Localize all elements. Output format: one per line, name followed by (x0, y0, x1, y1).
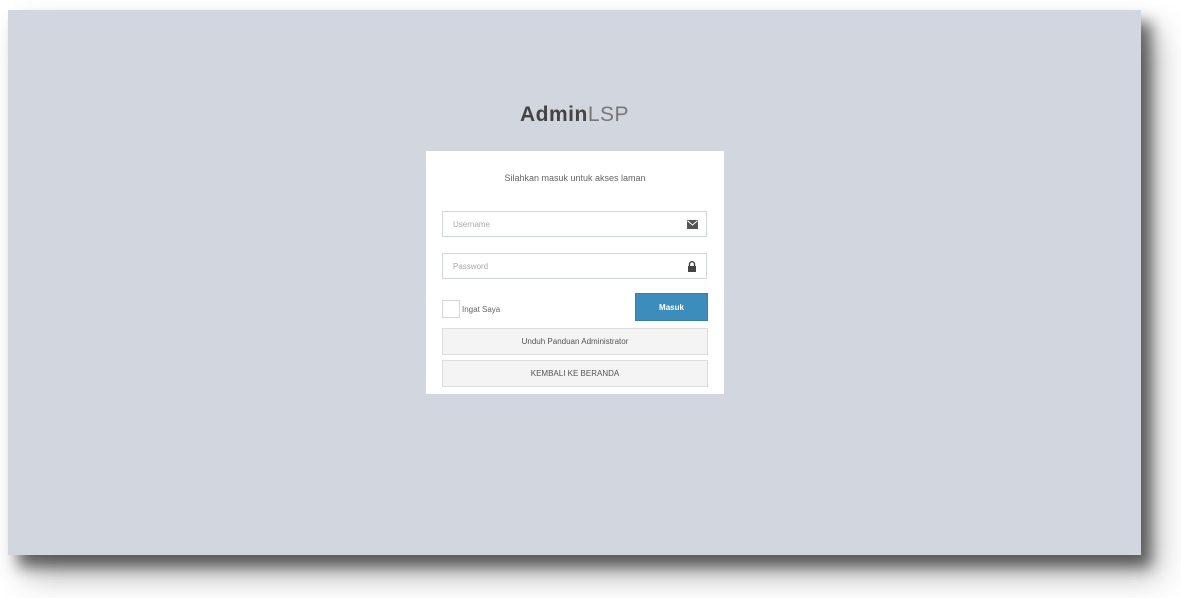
password-input[interactable] (443, 254, 678, 278)
remember-label: Ingat Saya (462, 304, 501, 314)
login-box: Silahkan masuk untuk akses laman Inga (426, 151, 724, 394)
login-button[interactable]: Masuk (635, 293, 708, 321)
back-home-button[interactable]: KEMBALI KE BERANDA (442, 360, 708, 387)
remember-me[interactable]: Ingat Saya (442, 299, 500, 319)
logo-light: LSP (587, 103, 630, 126)
password-field[interactable] (442, 253, 707, 279)
username-input[interactable] (443, 212, 678, 236)
logo-bold: Admin (519, 103, 588, 126)
envelope-icon (686, 218, 698, 230)
app-logo[interactable]: AdminLSP (8, 103, 1141, 127)
login-box-message: Silahkan masuk untuk akses laman (504, 173, 646, 183)
download-guide-button[interactable]: Unduh Panduan Administrator (442, 328, 708, 355)
lock-icon (686, 260, 698, 272)
remember-checkbox[interactable] (442, 300, 460, 318)
login-page: AdminLSP Silahkan masuk untuk akses lama… (8, 10, 1141, 555)
username-field[interactable] (442, 211, 707, 237)
